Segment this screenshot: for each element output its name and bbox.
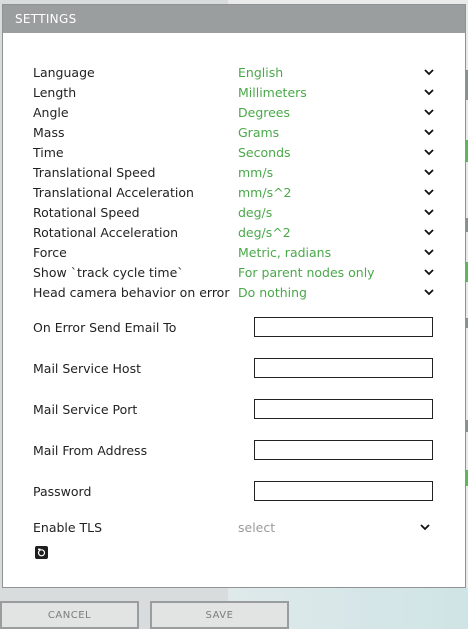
chevron-down-icon[interactable] (419, 521, 431, 533)
mail-service-port-input[interactable] (254, 399, 433, 419)
setting-rotational-acceleration[interactable]: Rotational Acceleration deg/s^2 (33, 222, 435, 242)
setting-value[interactable]: For parent nodes only (238, 265, 423, 280)
setting-head-camera-behavior[interactable]: Head camera behavior on error Do nothing (33, 282, 435, 302)
setting-label: Time (33, 144, 64, 160)
chevron-down-icon[interactable] (423, 126, 435, 138)
field-on-error-email: On Error Send Email To (33, 317, 435, 337)
field-label: Mail Service Port (33, 401, 138, 417)
chevron-down-icon[interactable] (423, 66, 435, 78)
chevron-down-icon[interactable] (423, 146, 435, 158)
setting-mass[interactable]: Mass Grams (33, 122, 435, 142)
setting-label: Angle (33, 104, 69, 120)
setting-label: Length (33, 84, 77, 100)
chevron-down-icon[interactable] (423, 226, 435, 238)
setting-enable-tls[interactable]: Enable TLS select (33, 517, 435, 537)
chevron-down-icon[interactable] (423, 246, 435, 258)
setting-rotational-speed[interactable]: Rotational Speed deg/s (33, 202, 435, 222)
field-label: Mail From Address (33, 442, 148, 458)
setting-translational-speed[interactable]: Translational Speed mm/s (33, 162, 435, 182)
setting-label: Translational Acceleration (33, 184, 194, 200)
setting-force[interactable]: Force Metric, radians (33, 242, 435, 262)
setting-angle[interactable]: Angle Degrees (33, 102, 435, 122)
field-mail-service-host: Mail Service Host (33, 358, 435, 378)
field-label: Password (33, 483, 92, 499)
field-mail-service-port: Mail Service Port (33, 399, 435, 419)
mail-service-host-input[interactable] (254, 358, 433, 378)
dialog-header: SETTINGS (3, 5, 465, 33)
setting-value[interactable]: mm/s^2 (238, 185, 423, 200)
save-button[interactable]: SAVE (150, 601, 289, 629)
setting-value[interactable]: Do nothing (238, 285, 423, 300)
setting-value[interactable]: mm/s (238, 165, 423, 180)
cancel-button[interactable]: CANCEL (0, 601, 139, 629)
setting-label: Rotational Acceleration (33, 224, 179, 240)
mail-from-address-input[interactable] (254, 440, 433, 460)
setting-language[interactable]: Language English (33, 62, 435, 82)
setting-label: Language (33, 64, 95, 80)
password-input[interactable] (254, 481, 433, 501)
field-label: Mail Service Host (33, 360, 141, 376)
setting-label: Translational Speed (33, 164, 156, 180)
setting-value[interactable]: deg/s^2 (238, 225, 423, 240)
setting-label: Force (33, 244, 67, 260)
setting-value[interactable]: Seconds (238, 145, 423, 160)
chevron-down-icon[interactable] (423, 186, 435, 198)
chevron-down-icon[interactable] (423, 286, 435, 298)
setting-length[interactable]: Length Millimeters (33, 82, 435, 102)
setting-label: Rotational Speed (33, 204, 140, 220)
setting-time[interactable]: Time Seconds (33, 142, 435, 162)
setting-value[interactable]: Degrees (238, 105, 423, 120)
chevron-down-icon[interactable] (423, 266, 435, 278)
field-password: Password (33, 481, 435, 501)
setting-value[interactable]: Grams (238, 125, 423, 140)
settings-dialog: SETTINGS Language English Length Millime… (2, 4, 466, 588)
dialog-title: SETTINGS (15, 12, 77, 26)
setting-translational-acceleration[interactable]: Translational Acceleration mm/s^2 (33, 182, 435, 202)
on-error-email-input[interactable] (254, 317, 433, 337)
chevron-down-icon[interactable] (423, 86, 435, 98)
setting-value[interactable]: Millimeters (238, 85, 423, 100)
field-label: On Error Send Email To (33, 319, 177, 335)
chevron-down-icon[interactable] (423, 206, 435, 218)
setting-label: Show `track cycle time` (33, 264, 184, 280)
field-mail-from-address: Mail From Address (33, 440, 435, 460)
chevron-down-icon[interactable] (423, 106, 435, 118)
chevron-down-icon[interactable] (423, 166, 435, 178)
setting-label: Mass (33, 124, 65, 140)
setting-label: Head camera behavior on error (33, 284, 230, 300)
tls-select[interactable]: select (238, 520, 419, 535)
camera-icon[interactable] (35, 546, 48, 559)
setting-value[interactable]: English (238, 65, 423, 80)
setting-show-track-cycle-time[interactable]: Show `track cycle time` For parent nodes… (33, 262, 435, 282)
setting-value[interactable]: Metric, radians (238, 245, 423, 260)
setting-value[interactable]: deg/s (238, 205, 423, 220)
setting-label: Enable TLS (33, 519, 103, 535)
